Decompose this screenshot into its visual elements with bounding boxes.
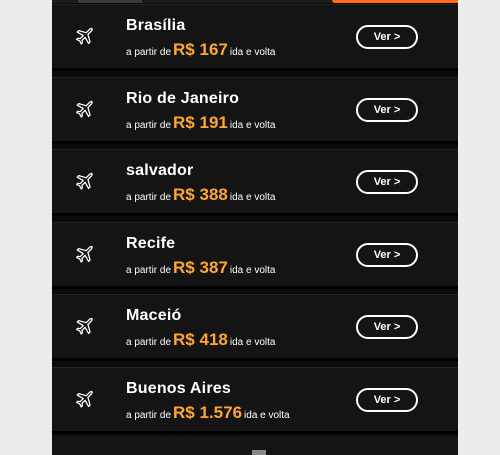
destination-city: Rio de Janeiro (126, 90, 240, 107)
price-line: a partir de R$ 387 ida e volta (126, 258, 275, 278)
accent-bar (332, 0, 458, 3)
price-prefix: a partir de (126, 265, 172, 276)
destination-card: Recife a partir de R$ 387 ida e volta Ver > (52, 222, 458, 287)
destination-card: Buenos Aires a partir de R$ 1.576 ida e vol… (52, 367, 458, 432)
price-line: a partir de R$ 418 ida e volta (126, 330, 275, 350)
hero-image (78, 0, 142, 3)
destination-city: Brasília (126, 17, 186, 34)
view-button[interactable]: Ver > (356, 98, 418, 122)
destination-price: R$ 1.576 (173, 403, 243, 422)
card-separator (52, 213, 458, 216)
price-line: a partir de R$ 167 ida e volta (126, 40, 275, 60)
price-suffix: ida e volta (229, 337, 276, 348)
price-suffix: ida e volta (229, 265, 276, 276)
airplane-icon (73, 26, 95, 48)
price-prefix: a partir de (126, 47, 172, 58)
card-separator (52, 358, 458, 361)
card-separator (52, 286, 458, 289)
destination-card: Rio de Janeiro a partir de R$ 191 ida e vol… (52, 77, 458, 142)
destination-price: R$ 167 (173, 40, 228, 59)
destination-city: Recife (126, 235, 176, 252)
destination-card-partial (52, 436, 458, 455)
destination-city: Buenos Aires (126, 380, 231, 397)
destination-city: salvador (126, 162, 194, 179)
card-separator (52, 141, 458, 144)
price-line: a partir de R$ 388 ida e volta (126, 185, 275, 205)
destination-card: Maceió a partir de R$ 418 ida e volta Ver > (52, 294, 458, 359)
view-button[interactable]: Ver > (356, 170, 418, 194)
price-line: a partir de R$ 1.576 ida e volta (126, 403, 290, 423)
card-separator (52, 431, 458, 434)
airplane-icon (73, 171, 95, 193)
card-separator (52, 68, 458, 71)
price-suffix: ida e volta (229, 120, 276, 131)
destination-card: Brasília a partir de R$ 167 ida e volta Ver … (52, 4, 458, 69)
price-prefix: a partir de (126, 337, 172, 348)
price-suffix: ida e volta (229, 47, 276, 58)
price-prefix: a partir de (126, 410, 172, 421)
price-suffix: ida e volta (244, 410, 290, 421)
price-line: a partir de R$ 191 ida e volta (126, 113, 275, 133)
destinations-panel: Brasília a partir de R$ 167 ida e volta Ver … (52, 0, 458, 455)
airplane-icon (73, 99, 95, 121)
airplane-icon (73, 389, 95, 411)
view-button[interactable]: Ver > (356, 388, 418, 412)
view-button[interactable]: Ver > (356, 243, 418, 267)
destination-card: salvador a partir de R$ 388 ida e volta Ver … (52, 149, 458, 214)
price-prefix: a partir de (126, 120, 172, 131)
partial-text (252, 450, 266, 455)
view-button[interactable]: Ver > (356, 315, 418, 339)
destination-city: Maceió (126, 307, 182, 324)
view-button[interactable]: Ver > (356, 25, 418, 49)
price-prefix: a partir de (126, 192, 172, 203)
destination-price: R$ 191 (173, 113, 228, 132)
airplane-icon (73, 316, 95, 338)
destination-price: R$ 388 (173, 185, 228, 204)
destination-price: R$ 418 (173, 330, 228, 349)
destination-price: R$ 387 (173, 258, 228, 277)
price-suffix: ida e volta (229, 192, 276, 203)
airplane-icon (73, 244, 95, 266)
hero-banner-edge (52, 0, 458, 3)
